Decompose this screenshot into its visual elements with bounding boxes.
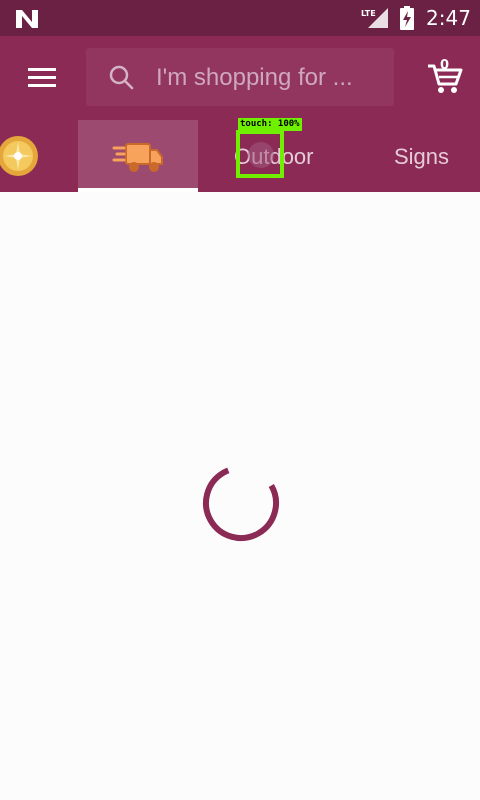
status-time: 2:47 bbox=[426, 6, 471, 30]
tab-delivery[interactable] bbox=[78, 120, 198, 192]
tab-active-indicator bbox=[78, 188, 198, 192]
app-bar: I'm shopping for ... 0 bbox=[0, 36, 480, 120]
touch-indicator-box bbox=[236, 130, 284, 178]
n-logo-icon bbox=[16, 10, 38, 28]
svg-text:LTE: LTE bbox=[361, 9, 376, 18]
coin-icon[interactable] bbox=[0, 134, 40, 178]
search-input[interactable]: I'm shopping for ... bbox=[86, 48, 394, 106]
status-bar: LTE 2:47 bbox=[0, 0, 480, 36]
battery-charging-icon bbox=[400, 6, 414, 30]
cart-badge: 0 bbox=[440, 58, 450, 73]
lte-signal-icon: LTE bbox=[361, 8, 388, 28]
loading-spinner-icon bbox=[203, 465, 279, 541]
hamburger-menu-icon[interactable] bbox=[22, 60, 62, 96]
touch-point bbox=[248, 142, 274, 168]
tab-signs[interactable]: Signs bbox=[394, 144, 449, 170]
search-placeholder: I'm shopping for ... bbox=[156, 64, 353, 91]
fast-delivery-truck-icon bbox=[112, 143, 163, 172]
search-icon bbox=[109, 65, 134, 90]
touch-indicator-label: touch: 100% bbox=[238, 118, 302, 131]
